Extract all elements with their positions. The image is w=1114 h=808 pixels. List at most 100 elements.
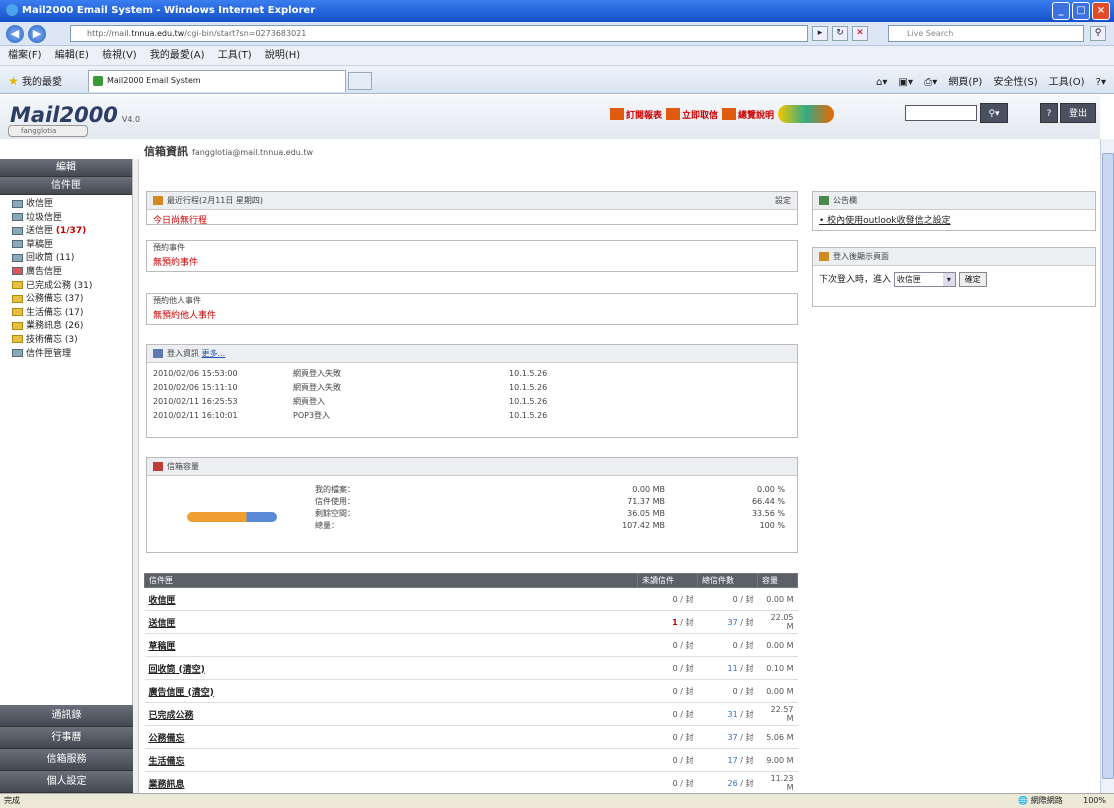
table-row[interactable]: 已完成公務 0 / 封 31 / 封 22.57 M [144, 702, 798, 726]
logout-button[interactable]: 登出 [1060, 103, 1096, 123]
startpage-header: 登入後顯示頁面 [813, 248, 1095, 266]
folder-sent[interactable]: 送信匣 (1/37) [12, 225, 132, 239]
folder-name[interactable]: 公務備忘 [144, 725, 638, 749]
unread-count: 0 / 封 [637, 771, 698, 793]
table-row[interactable]: 業務訊息 0 / 封 26 / 封 11.23 M [144, 771, 798, 793]
menu-tools[interactable]: 工具(T) [218, 50, 252, 61]
new-tab-button[interactable] [348, 72, 372, 90]
folder-work-memo[interactable]: 公務備忘 (37) [12, 293, 132, 307]
folder-name[interactable]: 生活備忘 [144, 748, 638, 772]
announcement-header: 公告欄 [813, 192, 1095, 210]
contacts-button[interactable]: 通訊錄 [0, 705, 133, 727]
tools-menu[interactable]: 工具(O) [1049, 77, 1085, 88]
forward-button[interactable]: ▶ [28, 25, 46, 43]
user-chip[interactable]: fangglotia [8, 125, 88, 137]
folder-size: 0.00 M [757, 587, 798, 611]
menu-favorites[interactable]: 我的最愛(A) [150, 50, 205, 61]
zoom-level[interactable]: 100% [1083, 796, 1106, 805]
fetch-mail-link[interactable]: 立即取信 [666, 105, 718, 123]
favorites-button[interactable]: ★ 我的最愛 [8, 73, 62, 88]
folder-tech-memo[interactable]: 技術備忘 (3) [12, 334, 132, 348]
folder-size: 5.06 M [757, 725, 798, 749]
settings-button[interactable]: 個人設定 [0, 771, 133, 793]
zone-text: 網際網路 [1030, 796, 1063, 805]
startpage-select[interactable]: 收信匣 ▾ [893, 272, 956, 287]
folder-name[interactable]: 廣告信匣 (清空) [144, 679, 638, 703]
back-button[interactable]: ◀ [6, 25, 24, 43]
close-button[interactable]: × [1092, 2, 1110, 20]
folder-trash[interactable]: 回收筒 (11) [12, 252, 132, 266]
folder-size: 11.23 M [757, 771, 798, 793]
mail-search-input[interactable] [905, 105, 977, 121]
compose-button[interactable]: 編輯 [0, 159, 132, 177]
folder-done[interactable]: 已完成公務 (31) [12, 280, 132, 294]
menu-edit[interactable]: 編輯(E) [55, 50, 89, 61]
schedule-settings-link[interactable]: 設定 [775, 192, 791, 210]
print-icon[interactable]: ⎙▾ [924, 77, 937, 88]
folder-drafts[interactable]: 草稿匣 [12, 239, 132, 253]
announcement-link[interactable]: • 校內使用outlook收發信之設定 [813, 210, 1095, 229]
schedule-today: 今日尚無行程 [153, 216, 208, 226]
table-row[interactable]: 回收筒 (清空) 0 / 封 11 / 封 0.10 M [144, 656, 798, 680]
vertical-scrollbar[interactable] [1100, 139, 1114, 793]
tab-mail2000[interactable]: Mail2000 Email System [88, 70, 346, 92]
status-text: 完成 [4, 796, 20, 805]
scroll-thumb[interactable] [1102, 153, 1114, 779]
search-button[interactable]: ⚲▾ [980, 103, 1008, 123]
folder-name[interactable]: 回收筒 (清空) [144, 656, 638, 680]
help-icon[interactable]: ?▾ [1096, 77, 1106, 88]
breadcrumb: 信箱資訊 fangglotia@mail.tnnua.edu.tw [144, 145, 314, 158]
tab-bar: ★ 我的最愛 Mail2000 Email System ⌂▾ ▣▾ ⎙▾ 網頁… [0, 66, 1114, 94]
folder-name[interactable]: 收信匣 [144, 587, 638, 611]
schedule-panel: 最近行程(2月11日 星期四) 設定 今日尚無行程 [146, 191, 798, 226]
subscribe-report-link[interactable]: 訂閱報表 [610, 105, 662, 123]
folder-name[interactable]: 已完成公務 [144, 702, 638, 726]
folder-business[interactable]: 業務訊息 (26) [12, 320, 132, 334]
minimize-button[interactable]: _ [1052, 2, 1070, 20]
menu-file[interactable]: 檔案(F) [8, 50, 42, 61]
folder-manage[interactable]: 信件匣管理 [12, 348, 132, 362]
menu-help[interactable]: 說明(H) [265, 50, 300, 61]
safety-menu[interactable]: 安全性(S) [993, 77, 1037, 88]
folder-ads[interactable]: 廣告信匣 [12, 266, 132, 280]
quota-header: 信箱容量 [147, 458, 797, 476]
startpage-ok-button[interactable]: 確定 [958, 272, 987, 287]
folder-inbox[interactable]: 收信匣 [12, 198, 132, 212]
login-row: 2010/02/11 16:25:53 網頁登入 10.1.5.26 [153, 397, 548, 406]
unread-count: 0 / 封 [637, 725, 698, 749]
table-row[interactable]: 廣告信匣 (清空) 0 / 封0 / 封 0.00 M [144, 679, 798, 703]
folder-name[interactable]: 草稿匣 [144, 633, 638, 657]
home-icon[interactable]: ⌂▾ [876, 77, 887, 88]
help-link[interactable]: 總覽說明 [722, 105, 774, 123]
folder-life-memo[interactable]: 生活備忘 (17) [12, 307, 132, 321]
sidebar-splitter[interactable] [133, 159, 139, 793]
table-row[interactable]: 生活備忘 0 / 封 17 / 封 9.00 M [144, 748, 798, 772]
total-count: 11 / 封 [697, 656, 758, 680]
page-menu[interactable]: 網頁(P) [948, 77, 982, 88]
help-button[interactable]: ? [1040, 103, 1058, 123]
search-go-button[interactable]: ⚲ [1090, 26, 1106, 41]
mail-service-button[interactable]: 信箱服務 [0, 749, 133, 771]
table-row[interactable]: 草稿匣 0 / 封0 / 封 0.00 M [144, 633, 798, 657]
calendar-button[interactable]: 行事曆 [0, 727, 133, 749]
table-row[interactable]: 收信匣 0 / 封0 / 封 0.00 M [144, 587, 798, 611]
go-button[interactable]: ▸ [812, 26, 828, 41]
others-reminder-panel: 預約他人事件 無預約他人事件 [146, 293, 798, 325]
folder-junk[interactable]: 垃圾信匣 [12, 212, 132, 226]
feeds-icon[interactable]: ▣▾ [899, 77, 913, 88]
menu-view[interactable]: 檢視(V) [102, 50, 137, 61]
table-row[interactable]: 公務備忘 0 / 封 37 / 封 5.06 M [144, 725, 798, 749]
folder-name[interactable]: 業務訊息 [144, 771, 638, 793]
login-row: 2010/02/11 16:10:01 POP3登入 10.1.5.26 [153, 411, 548, 420]
table-row[interactable]: 送信匣 1 / 封 37 / 封 22.05 M [144, 610, 798, 634]
folders-button[interactable]: 信件匣 [0, 177, 132, 195]
folder-size: 0.00 M [757, 633, 798, 657]
url-field[interactable]: http://mail.tnnua.edu.tw/cgi-bin/start?s… [70, 25, 808, 42]
app-header: Mail2000 V4.0 fangglotia 訂閱報表 立即取信 總覽說明 ⚲… [0, 95, 1100, 139]
folder-name[interactable]: 送信匣 [144, 610, 638, 634]
stop-button[interactable]: ✕ [852, 26, 868, 41]
login-more-link[interactable]: 更多... [202, 349, 226, 358]
maximize-button[interactable]: □ [1072, 2, 1090, 20]
refresh-button[interactable]: ↻ [832, 26, 848, 41]
live-search-input[interactable]: Live Search [888, 25, 1084, 42]
